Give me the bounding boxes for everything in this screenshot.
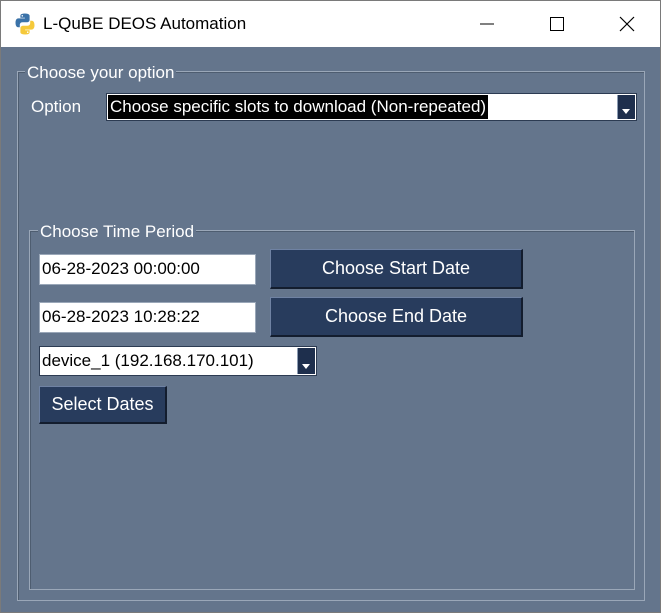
option-combobox[interactable]: Choose specific slots to download (Non-r… — [106, 93, 637, 121]
minimize-icon — [480, 23, 494, 25]
title-bar[interactable]: L-QuBE DEOS Automation — [1, 1, 660, 47]
time-period-group-legend: Choose Time Period — [38, 222, 197, 242]
choose-end-date-button[interactable]: Choose End Date — [270, 297, 523, 337]
option-selected-value: Choose specific slots to download (Non-r… — [108, 95, 489, 119]
chevron-down-icon — [622, 109, 630, 114]
app-window: L-QuBE DEOS Automation Choose your optio… — [0, 0, 661, 613]
device-dropdown-button[interactable] — [297, 348, 315, 374]
maximize-button[interactable] — [534, 1, 580, 47]
option-dropdown-button[interactable] — [617, 95, 635, 119]
window-title: L-QuBE DEOS Automation — [43, 14, 247, 33]
choose-start-date-button[interactable]: Choose Start Date — [270, 249, 523, 289]
option-label: Option — [31, 97, 82, 116]
close-button[interactable] — [604, 1, 650, 47]
close-icon — [619, 16, 635, 32]
option-group-legend: Choose your option — [25, 63, 177, 83]
device-selected-value: device_1 (192.168.170.101) — [42, 351, 254, 370]
device-combobox[interactable]: device_1 (192.168.170.101) — [39, 346, 317, 376]
end-date-field[interactable]: 06-28-2023 10:28:22 — [39, 302, 256, 333]
python-logo-icon — [15, 13, 35, 35]
maximize-icon — [550, 17, 564, 31]
chevron-down-icon — [302, 364, 310, 369]
start-date-field[interactable]: 06-28-2023 00:00:00 — [39, 254, 256, 285]
select-dates-button[interactable]: Select Dates — [39, 386, 167, 424]
minimize-button[interactable] — [464, 1, 510, 47]
